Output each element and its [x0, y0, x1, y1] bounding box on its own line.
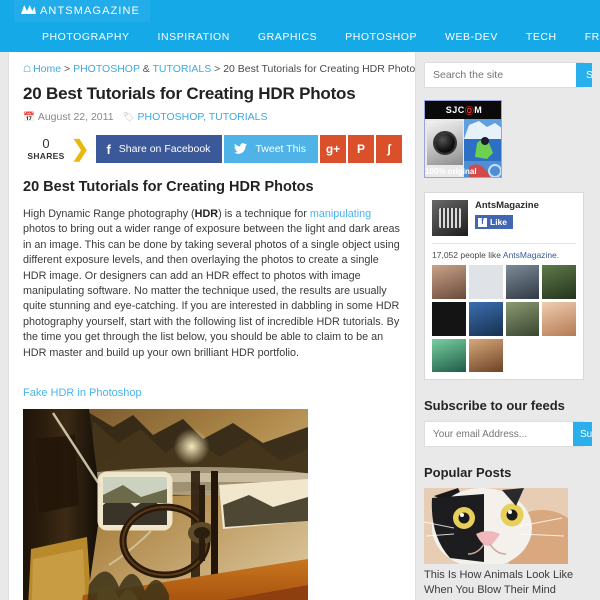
site-header-bar: ANTSMAGAZINE [0, 0, 600, 22]
tutorial-link-fake-hdr[interactable]: Fake HDR in Photoshop [9, 361, 415, 399]
avatar [505, 301, 540, 336]
article-text-bold: HDR [194, 208, 219, 220]
nav-item-freebies[interactable]: FREEBIES [571, 22, 600, 52]
surprised-cat-photo[interactable] [424, 488, 568, 565]
google-plus-icon: g+ [325, 142, 341, 156]
article-text-3: photos to bring out a wider range of exp… [23, 223, 400, 359]
main-content-column: ☖ Home > PHOTOSHOP & TUTORIALS > 20 Best … [8, 52, 416, 600]
facebook-like-label: Like [490, 217, 508, 227]
ad-brand-strip: SJC Ⓞ M [425, 101, 501, 119]
facebook-page-link[interactable]: AntsMagazine [503, 250, 557, 260]
nav-item-graphics[interactable]: GRAPHICS [244, 22, 331, 52]
ad-brand-text: SJC [445, 105, 465, 115]
subscribe-widget: Subscribe [424, 421, 592, 448]
share-googleplus-button[interactable]: g+ [320, 135, 347, 163]
search-input[interactable] [425, 63, 576, 87]
facebook-like-button[interactable]: f Like [475, 215, 514, 229]
subscribe-button[interactable]: Subscribe [573, 422, 592, 447]
share-twitter-button[interactable]: Tweet This [224, 135, 319, 163]
page-root: ANTSMAGAZINE PHOTOGRAPHY INSPIRATION GRA… [0, 0, 600, 600]
subscribe-heading: Subscribe to our feeds [424, 398, 565, 414]
facebook-page-name: AntsMagazine [475, 200, 539, 211]
share-facebook-label: Share on Facebook [118, 143, 211, 155]
share-twitter-label: Tweet This [255, 143, 307, 155]
avatar [432, 200, 468, 236]
facebook-f-icon: f [478, 217, 487, 227]
sjcam-ad-banner[interactable]: SJC Ⓞ M 100% original [424, 100, 502, 178]
post-meta: 📅 August 22, 2011 🏷 PHOTOSHOP, TUTORIALS [9, 105, 415, 125]
popular-post-title[interactable]: This Is How Animals Look Like When You B… [424, 568, 574, 598]
article-text-1: High Dynamic Range photography ( [23, 208, 195, 220]
share-count-label: SHARES [27, 151, 65, 162]
site-logo[interactable]: ANTSMAGAZINE [14, 0, 150, 22]
ad-brand-tail: M [474, 105, 483, 115]
chevron-right-icon: ❯ [71, 136, 90, 161]
share-bar: 0 SHARES ❯ f Share on Facebook Tweet Thi… [23, 135, 415, 163]
share-count-number: 0 [42, 136, 50, 152]
nav-item-photography[interactable]: PHOTOGRAPHY [28, 22, 144, 52]
breadcrumb-tutorials[interactable]: TUTORIALS [152, 63, 211, 75]
calendar-icon: 📅 [23, 112, 35, 123]
page-body: ☖ Home > PHOTOSHOP & TUTORIALS > 20 Best … [0, 52, 600, 600]
ad-caption: 100% original [425, 167, 477, 176]
breadcrumb: ☖ Home > PHOTOSHOP & TUTORIALS > 20 Best … [9, 52, 415, 76]
stumbleupon-icon: ʃ [387, 142, 392, 156]
share-count: 0 SHARES [23, 137, 69, 161]
avatar [542, 265, 576, 299]
avatar [432, 338, 466, 373]
nav-item-web-dev[interactable]: WEB-DEV [431, 22, 512, 52]
article-paragraph: High Dynamic Range photography (HDR) is … [9, 197, 415, 361]
facebook-proof-suffix: . [556, 250, 560, 260]
main-navigation: PHOTOGRAPHY INSPIRATION GRAPHICS PHOTOSH… [0, 22, 600, 52]
article-inline-link[interactable]: manipulating [310, 208, 371, 220]
twitter-icon [234, 142, 248, 157]
ad-brand-accent: Ⓞ [464, 105, 475, 116]
breadcrumb-home[interactable]: Home [33, 63, 61, 75]
pinterest-icon: P [357, 142, 366, 156]
avatar [432, 301, 466, 336]
share-facebook-button[interactable]: f Share on Facebook [96, 135, 223, 163]
avatar [468, 301, 503, 336]
post-tags[interactable]: PHOTOSHOP, TUTORIALS [138, 111, 268, 123]
avatar [505, 265, 540, 299]
breadcrumb-separator-2: > [214, 63, 221, 75]
facebook-like-count-text: 17,052 people like [432, 250, 503, 260]
avatar [542, 301, 576, 336]
article-text-2: ) is a technique for [218, 208, 310, 220]
tag-icon: 🏷 [122, 112, 135, 123]
sidebar: Search SJCⓄM 100 [424, 52, 592, 600]
breadcrumb-current: 20 Best Tutorials for Creating HDR Photo… [223, 63, 416, 75]
search-widget: Search [424, 62, 592, 88]
search-button[interactable]: Search [576, 63, 592, 87]
breadcrumb-photoshop[interactable]: PHOTOSHOP [73, 63, 140, 75]
mountains-icon [20, 2, 36, 20]
facebook-friend-avatars [432, 265, 576, 373]
facebook-icon: f [106, 141, 111, 157]
email-field[interactable] [425, 422, 573, 447]
avatar [468, 265, 503, 299]
hdr-truck-interior-photo [23, 409, 308, 600]
post-date: August 22, 2011 [37, 111, 114, 123]
article-heading: 20 Best Tutorials for Creating HDR Photo… [23, 179, 314, 195]
avatar [432, 265, 466, 299]
share-pinterest-button[interactable]: P [348, 135, 375, 163]
home-icon: ☖ [23, 64, 32, 74]
site-logo-text: ANTSMAGAZINE [40, 4, 140, 17]
breadcrumb-separator-1: > [64, 63, 71, 75]
facebook-social-proof: 17,052 people like AntsMagazine. [432, 243, 576, 260]
nav-item-tech[interactable]: TECH [512, 22, 571, 52]
page-title: 20 Best Tutorials for Creating HDR Photo… [23, 84, 356, 103]
popular-posts-heading: Popular Posts [424, 465, 512, 481]
facebook-like-widget: AntsMagazine f Like 17,052 people like A… [424, 192, 584, 381]
avatar [468, 338, 503, 373]
share-stumbleupon-button[interactable]: ʃ [376, 135, 403, 163]
action-camera-icon [427, 121, 463, 165]
breadcrumb-ampersand: & [142, 63, 150, 75]
nav-item-photoshop[interactable]: PHOTOSHOP [331, 22, 431, 52]
nav-item-inspiration[interactable]: INSPIRATION [144, 22, 244, 52]
